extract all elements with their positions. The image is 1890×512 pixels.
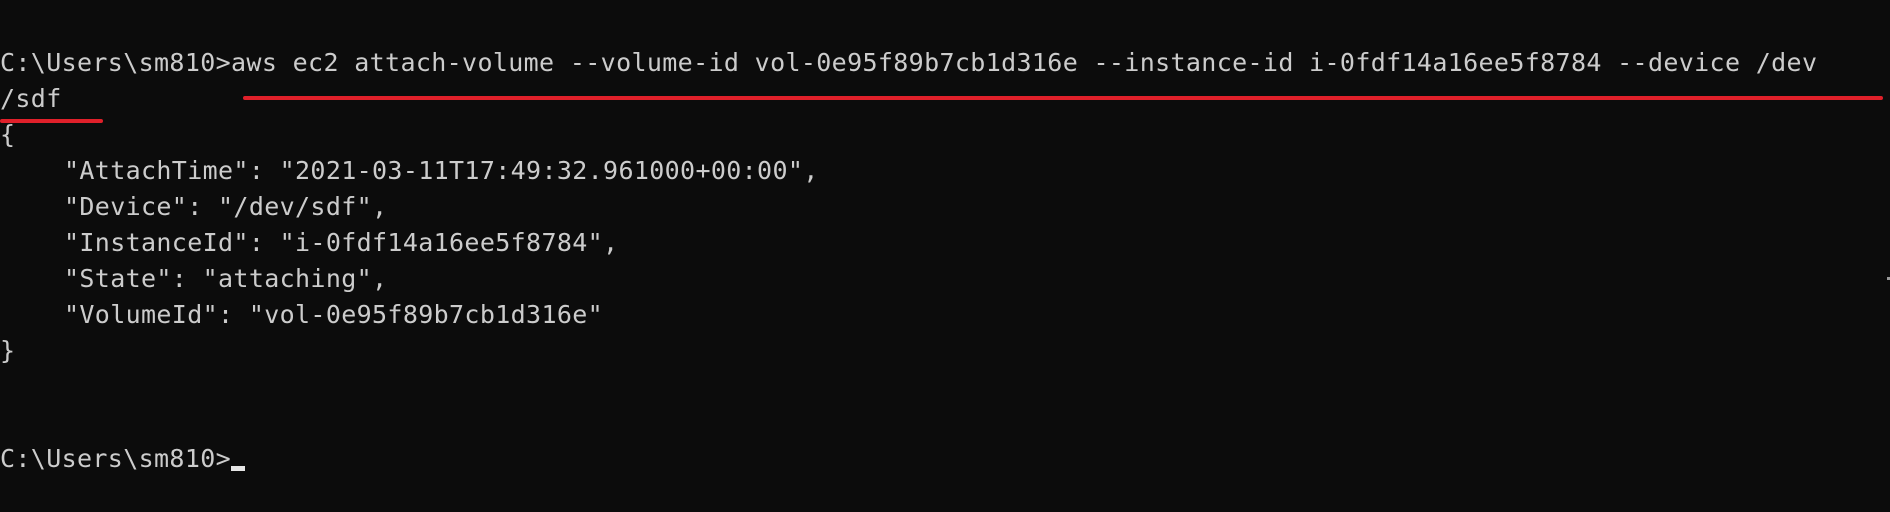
command-line: C:\Users\sm810>aws ec2 attach-volume --v… (0, 45, 1817, 81)
command-continuation-underline-annotation (0, 119, 103, 123)
json-state: "State": "attaching", (64, 264, 388, 293)
json-close-brace: } (0, 336, 16, 365)
json-open-brace: { (0, 120, 16, 149)
command-text: aws ec2 attach-volume --volume-id vol-0e… (231, 48, 1818, 77)
prompt: C:\Users\sm810> (0, 48, 232, 77)
json-volume-id: "VolumeId": "vol-0e95f89b7cb1d316e" (64, 300, 604, 329)
text-cursor (231, 466, 246, 471)
command-underline-annotation (243, 96, 1883, 100)
terminal-window[interactable]: C:\Users\sm810>aws ec2 attach-volume --v… (0, 0, 1890, 512)
prompt: C:\Users\sm810> (0, 444, 232, 473)
command-continuation: /sdf (0, 84, 62, 113)
json-attach-time: "AttachTime": "2021-03-11T17:49:32.96100… (64, 156, 819, 185)
current-prompt-line[interactable]: C:\Users\sm810> (0, 441, 246, 477)
json-device: "Device": "/dev/sdf", (64, 192, 388, 221)
json-instance-id: "InstanceId": "i-0fdf14a16ee5f8784", (64, 228, 619, 257)
